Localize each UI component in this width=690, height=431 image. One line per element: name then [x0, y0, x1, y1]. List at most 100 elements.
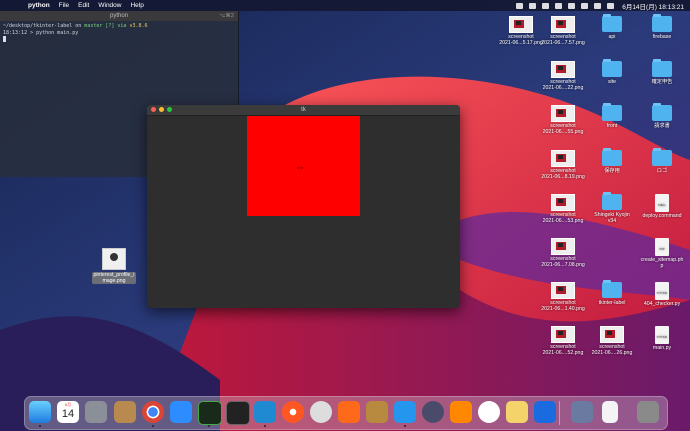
archive-icon[interactable]	[366, 401, 388, 423]
image-file-icon	[551, 61, 575, 78]
vlc-icon[interactable]	[450, 401, 472, 423]
image-file-icon	[551, 105, 575, 122]
menu-window[interactable]: Window	[98, 2, 121, 9]
bluetooth-icon[interactable]	[568, 2, 576, 9]
finder-icon[interactable]	[29, 401, 51, 423]
menu-edit[interactable]: Edit	[78, 2, 89, 9]
desktop-icon[interactable]: screenshot 2021-06....22.png	[537, 61, 589, 91]
desktop-file-profile-image[interactable]: pinterest_profile_i mage.png	[87, 248, 141, 284]
vscode-icon[interactable]	[254, 401, 276, 423]
desktop-icon[interactable]: screenshot 2021-06...8.19.png	[537, 150, 589, 180]
terminal-green-icon[interactable]	[198, 401, 222, 425]
desktop-icon[interactable]: site	[586, 59, 638, 85]
desktop-icon[interactable]: PYTHON main.py	[636, 326, 688, 351]
terminal-output[interactable]: ~/desktop/tkinter-label on master [?] vi…	[0, 21, 238, 45]
icon-label: api	[608, 34, 616, 40]
tk-title: tk	[301, 107, 306, 113]
desktop-icon[interactable]: screenshot 2021-06...1.40.png	[537, 282, 589, 312]
desktop-icon[interactable]: tkinter-label	[586, 280, 638, 306]
zoom-icon[interactable]	[170, 401, 192, 423]
terminal-branch: master [?] via	[84, 23, 127, 29]
desktop-icon[interactable]: ロゴ	[636, 148, 688, 174]
control-center-icon[interactable]	[594, 2, 602, 9]
minimize-button[interactable]	[159, 107, 164, 112]
menu-app-name[interactable]: python	[28, 2, 50, 9]
close-button[interactable]	[151, 107, 156, 112]
calendar-day: 14	[61, 408, 75, 420]
desktop-icon[interactable]: PHP create_sitemap.ph p	[636, 238, 688, 269]
desktop-icon[interactable]: screenshot 2021-06...7.57.png	[537, 16, 589, 46]
proxyman-icon[interactable]	[422, 401, 444, 423]
file-type-badge: PYTHON	[656, 336, 668, 339]
folder-icon	[602, 148, 622, 166]
folder-icon	[652, 148, 672, 166]
terminal-titlebar[interactable]: python ⌥⌘2	[0, 11, 238, 21]
sequel-icon[interactable]	[310, 401, 332, 423]
status-icon-1[interactable]	[516, 2, 524, 9]
status-icon-4[interactable]	[555, 2, 563, 9]
desktop-icon[interactable]: PYTHON 404_checker.py	[636, 282, 688, 307]
icon-label: 確定申告	[651, 79, 673, 85]
chrome-icon[interactable]	[142, 401, 164, 423]
icon-label: front	[606, 123, 618, 129]
desktop-icon[interactable]: front	[586, 103, 638, 129]
menu-help[interactable]: Help	[130, 2, 143, 9]
menu-bar: python File Edit Window Help 6月14日(月) 18…	[0, 0, 690, 11]
downloads-icon[interactable]	[571, 401, 593, 423]
image-file-icon	[551, 16, 575, 33]
terminal-shortcut: ⌥⌘2	[219, 13, 234, 19]
desktop-icon[interactable]: firebase	[636, 14, 688, 40]
menu-file[interactable]: File	[59, 2, 69, 9]
icon-label-2: 2021-06...7.57.png	[541, 40, 585, 46]
dock-separator	[559, 401, 560, 425]
safari-icon[interactable]	[282, 401, 304, 423]
desktop-icon[interactable]: screenshot 2021-06...7.08.png	[537, 238, 589, 268]
tk-window[interactable]: tk test	[147, 105, 460, 308]
image-file-icon	[551, 282, 575, 299]
desktop-icon[interactable]: SHELL deploy.command	[636, 194, 688, 219]
icon-label: ロゴ	[656, 168, 668, 174]
notes-icon[interactable]	[506, 401, 528, 423]
script-editor-icon[interactable]	[114, 401, 136, 423]
icon-label: firebase	[652, 34, 672, 40]
image-file-icon	[551, 326, 575, 343]
desktop-icon[interactable]: screenshot 2021-06....26.png	[586, 326, 638, 356]
icon-label: tkinter-label	[598, 300, 626, 306]
tk-titlebar[interactable]: tk	[147, 105, 460, 116]
folder-icon	[602, 280, 622, 298]
system-preferences-icon[interactable]	[85, 401, 107, 423]
document-icon[interactable]	[602, 401, 618, 423]
terminal-icon[interactable]	[226, 401, 250, 425]
docker-icon[interactable]	[394, 401, 416, 423]
wifi-icon[interactable]	[581, 2, 589, 9]
zoom-button[interactable]	[167, 107, 172, 112]
desktop-icon[interactable]: screenshot 2021-06....53.png	[537, 194, 589, 224]
running-indicator	[208, 425, 210, 427]
icon-label: 請求書	[654, 123, 670, 129]
terminal-title: python	[109, 13, 128, 19]
creative-icon[interactable]	[534, 401, 556, 423]
status-icon-2[interactable]	[529, 2, 537, 9]
spotlight-icon[interactable]	[607, 2, 615, 9]
icon-label: 404_checker.py	[643, 301, 681, 307]
trash-icon[interactable]	[637, 401, 659, 423]
desktop-icon[interactable]: Shingeki Kyojin v34	[586, 192, 638, 224]
telegram-icon[interactable]	[478, 401, 500, 423]
desktop-icon[interactable]: screenshot 2021-06....52.png	[537, 326, 589, 356]
status-icon-3[interactable]	[542, 2, 550, 9]
sourcetree-icon[interactable]	[338, 401, 360, 423]
folder-icon	[652, 59, 672, 77]
icon-label-2: 2021-06...1.40.png	[541, 306, 585, 312]
image-file-icon	[509, 16, 533, 33]
window-controls	[151, 107, 175, 112]
desktop-icon[interactable]: api	[586, 14, 638, 40]
menu-clock[interactable]: 6月14日(月) 18:13:21	[622, 1, 684, 11]
document-icon: PHP	[655, 238, 669, 256]
tk-label-text: test	[297, 165, 304, 170]
desktop-icon[interactable]: 請求書	[636, 103, 688, 129]
desktop-icon[interactable]: 確定申告	[636, 59, 688, 85]
folder-icon	[602, 103, 622, 121]
desktop-icon[interactable]: 保存用	[586, 148, 638, 174]
calendar-icon[interactable]: 6月 14	[57, 401, 79, 423]
desktop-icon[interactable]: screenshot 2021-06....55.png	[537, 105, 589, 135]
